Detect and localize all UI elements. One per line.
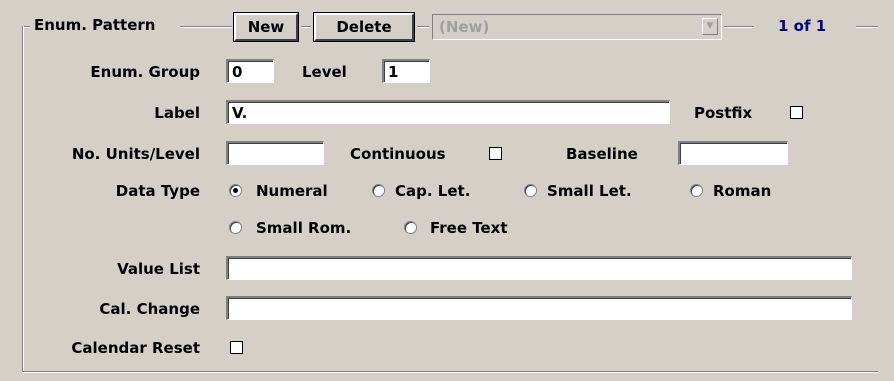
postfix-checkbox[interactable] [790, 106, 803, 119]
frame-bottom [22, 371, 878, 372]
radio-cap-let-label: Cap. Let. [395, 182, 471, 200]
radio-roman[interactable] [690, 184, 703, 197]
cal-change-label: Cal. Change [99, 300, 200, 318]
label-label: Label [154, 104, 200, 122]
radio-numeral[interactable] [229, 184, 242, 197]
record-selector[interactable]: (New) ▼ [432, 14, 722, 40]
value-list-label: Value List [117, 260, 200, 278]
label-input[interactable]: V. [226, 100, 670, 124]
frame-top-seg2 [301, 26, 311, 27]
continuous-checkbox[interactable] [489, 147, 502, 160]
radio-selected-dot [233, 188, 238, 193]
radio-small-rom[interactable] [229, 221, 242, 234]
radio-numeral-label: Numeral [256, 182, 328, 200]
continuous-label: Continuous [350, 145, 446, 163]
calendar-reset-checkbox[interactable] [230, 341, 243, 354]
frame-top-seg1 [180, 26, 232, 27]
enum-group-label: Enum. Group [90, 63, 200, 81]
calendar-reset-label: Calendar Reset [71, 339, 200, 357]
baseline-label: Baseline [566, 145, 638, 163]
radio-small-let-label: Small Let. [547, 182, 632, 200]
data-type-label: Data Type [115, 182, 200, 200]
baseline-input[interactable] [678, 141, 788, 165]
radio-free-text-label: Free Text [430, 219, 508, 237]
level-label: Level [302, 63, 347, 81]
cal-change-input[interactable] [226, 296, 852, 320]
frame-top-seg4 [724, 26, 754, 27]
radio-free-text[interactable] [404, 221, 417, 234]
frame-top-seg3 [417, 26, 429, 27]
frame-top-right [856, 26, 878, 27]
level-input[interactable]: 1 [382, 59, 430, 83]
radio-roman-label: Roman [713, 182, 772, 200]
units-per-level-input[interactable] [226, 141, 324, 165]
group-title: Enum. Pattern [34, 16, 156, 34]
frame-top-left [22, 26, 30, 27]
units-per-level-label: No. Units/Level [71, 145, 200, 163]
enum-group-input[interactable]: 0 [226, 59, 274, 83]
postfix-label: Postfix [694, 104, 753, 122]
radio-small-rom-label: Small Rom. [256, 219, 352, 237]
radio-cap-let[interactable] [372, 184, 385, 197]
value-list-input[interactable] [226, 256, 852, 280]
delete-button[interactable]: Delete [314, 13, 414, 41]
new-button[interactable]: New [234, 13, 298, 41]
record-counter: 1 of 1 [778, 17, 827, 35]
record-selector-value: (New) [439, 18, 490, 36]
radio-small-let[interactable] [524, 184, 537, 197]
chevron-down-icon[interactable]: ▼ [702, 18, 718, 35]
